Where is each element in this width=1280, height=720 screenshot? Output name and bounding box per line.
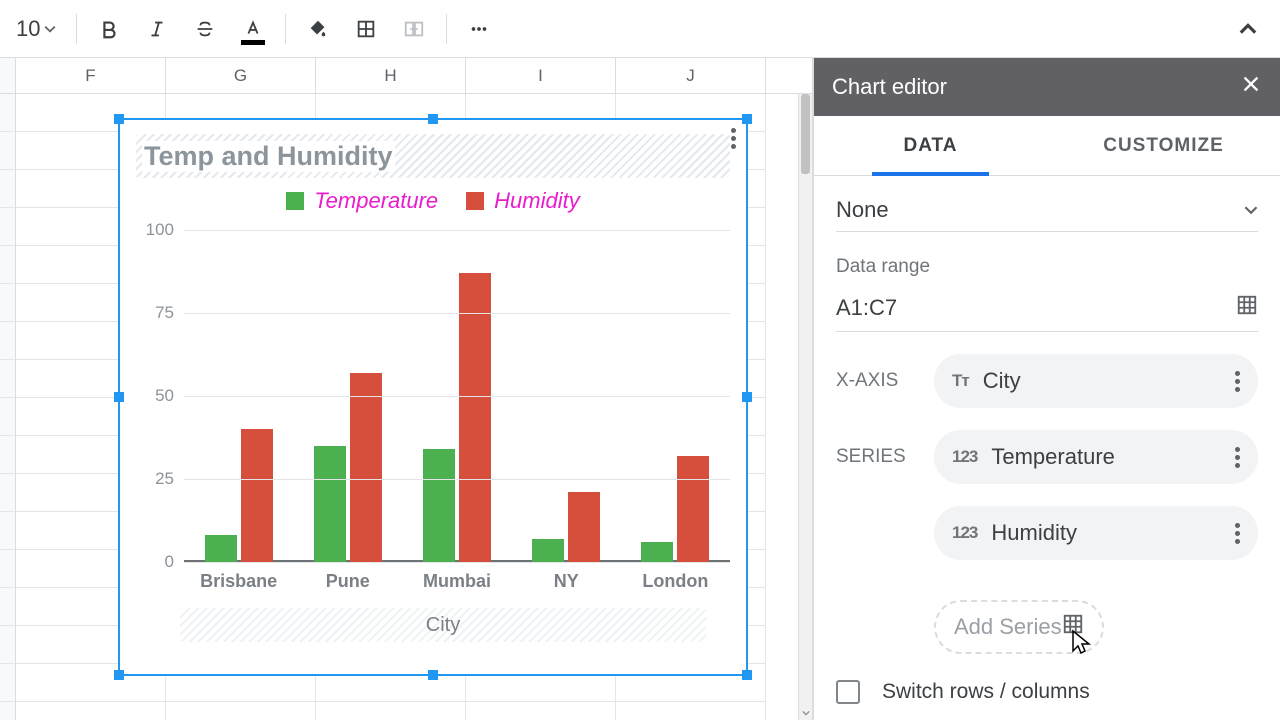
switch-rows-cols-checkbox[interactable]: Switch rows / columns [836,680,1258,704]
separator [285,14,286,44]
panel-header: Chart editor [814,58,1280,116]
resize-handle[interactable] [114,392,124,402]
merge-cells-button[interactable] [392,7,436,51]
vertical-ellipsis-icon [1235,447,1240,468]
close-panel-button[interactable] [1240,73,1262,101]
select-range-button[interactable] [1062,613,1084,641]
borders-button[interactable] [344,7,388,51]
x-axis-label: X-AXIS [836,370,916,392]
merge-cells-icon [403,18,425,40]
separator [446,14,447,44]
x-axis-title[interactable]: City [180,608,706,642]
column-header[interactable]: I [466,58,616,93]
checkbox-label: Switch rows / columns [882,680,1090,704]
strikethrough-icon [194,18,216,40]
resize-handle[interactable] [114,114,124,124]
resize-handle[interactable] [742,114,752,124]
series-chip-humidity[interactable]: 123 Humidity [934,506,1258,560]
chevron-down-icon [44,23,56,35]
resize-handle[interactable] [428,670,438,680]
spreadsheet-area[interactable]: F G H I J Temp and [0,58,813,720]
chart-legend: Temperature Humidity [120,182,746,218]
chart-title[interactable]: Temp and Humidity [136,134,730,178]
paint-bucket-icon [307,18,329,40]
resize-handle[interactable] [742,392,752,402]
collapse-toolbar-button[interactable] [1226,7,1270,51]
select-range-button[interactable] [1236,294,1258,322]
italic-button[interactable] [135,7,179,51]
chip-menu-button[interactable] [1235,523,1240,544]
chip-menu-button[interactable] [1235,447,1240,468]
panel-title: Chart editor [832,74,947,100]
toolbar: 10 [0,0,1280,58]
chevron-up-icon [1239,20,1257,38]
embedded-chart[interactable]: Temp and Humidity Temperature Humidity 0… [118,118,748,676]
fill-color-button[interactable] [296,7,340,51]
borders-icon [355,18,377,40]
number-type-icon: 123 [952,523,977,543]
chip-text: Temperature [991,444,1115,470]
grid-icon [1236,294,1258,316]
bold-button[interactable] [87,7,131,51]
data-range-value: A1:C7 [836,295,897,321]
strikethrough-button[interactable] [183,7,227,51]
separator [76,14,77,44]
x-axis-chip[interactable]: Tᴛ City [934,354,1258,408]
chart-title-text: Temp and Humidity [142,141,395,172]
cursor-icon [1070,629,1094,657]
legend-swatch-humidity [466,192,484,210]
number-type-icon: 123 [952,447,977,467]
legend-label: Humidity [494,188,580,214]
resize-handle[interactable] [742,670,752,680]
chart-editor-panel: Chart editor DATA CUSTOMIZE None Data ra… [813,58,1280,720]
vertical-ellipsis-icon [1235,371,1240,392]
column-header[interactable]: F [16,58,166,93]
vertical-ellipsis-icon [731,128,736,149]
legend-swatch-temperature [286,192,304,210]
vertical-ellipsis-icon [1235,523,1240,544]
chip-text: City [983,368,1021,394]
legend-label: Temperature [314,188,438,214]
vertical-scrollbar[interactable] [798,94,812,720]
chip-text: Humidity [991,520,1077,546]
combine-ranges-select[interactable]: None [836,188,1258,232]
panel-body: None Data range A1:C7 X-AXIS Tᴛ City S [814,176,1280,720]
text-color-icon [242,18,264,40]
data-range-label: Data range [836,256,1258,278]
data-range-field[interactable]: A1:C7 [836,284,1258,332]
bold-icon [98,18,120,40]
chip-menu-button[interactable] [1235,371,1240,392]
column-headers: F G H I J [0,58,812,94]
resize-handle[interactable] [428,114,438,124]
font-size-value: 10 [16,16,40,42]
add-series-button[interactable]: Add Series [934,600,1104,654]
options-checklist: Switch rows / columns Use row 1 as heade… [836,680,1258,720]
column-header[interactable]: J [616,58,766,93]
add-series-label: Add Series [954,614,1062,640]
column-header[interactable]: H [316,58,466,93]
panel-tabs: DATA CUSTOMIZE [814,116,1280,176]
chart-menu-button[interactable] [731,128,736,149]
close-icon [1240,73,1262,95]
series-chip-temperature[interactable]: 123 Temperature [934,430,1258,484]
font-size-selector[interactable]: 10 [6,12,66,46]
text-color-button[interactable] [231,7,275,51]
italic-icon [146,18,168,40]
chevron-down-icon [1244,203,1258,217]
ellipsis-icon [468,18,490,40]
series-label: SERIES [836,446,916,468]
scroll-down-icon [802,709,810,717]
chart-plot: 0255075100 BrisbanePuneMumbaiNYLondon [136,224,730,604]
resize-handle[interactable] [114,670,124,680]
workspace: F G H I J Temp and [0,58,1280,720]
text-type-icon: Tᴛ [952,371,969,391]
tab-customize[interactable]: CUSTOMIZE [1047,116,1280,175]
tab-data[interactable]: DATA [814,116,1047,175]
column-header[interactable]: G [166,58,316,93]
select-value: None [836,197,889,223]
more-button[interactable] [457,7,501,51]
